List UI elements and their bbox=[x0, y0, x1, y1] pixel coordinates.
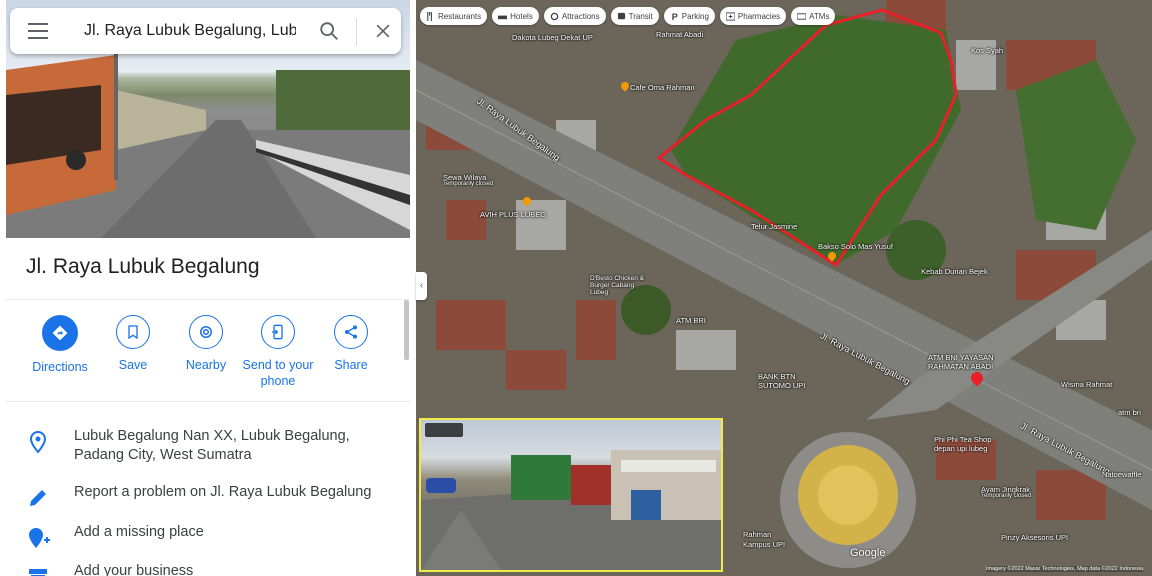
chip-restaurants[interactable]: Restaurants bbox=[420, 7, 488, 25]
chip-restaurants-label: Restaurants bbox=[438, 11, 482, 21]
poi-cafe[interactable]: Cafe Oma Rahman bbox=[630, 83, 695, 92]
poi-avih[interactable]: AVIH PLUS LUBEG bbox=[480, 210, 546, 219]
send-to-phone-label: Send to your phone bbox=[242, 358, 314, 388]
store-icon bbox=[29, 569, 47, 576]
poi-kebab[interactable]: Kebab Durian Bejek bbox=[921, 267, 988, 276]
camera-icon bbox=[550, 12, 559, 20]
search-input[interactable]: Jl. Raya Lubuk Begalung, Lubuk bbox=[84, 22, 296, 40]
street-view-scene bbox=[421, 450, 721, 570]
send-to-phone-button[interactable]: Send to your phone bbox=[241, 315, 315, 389]
poi-natoe[interactable]: Natoewaffle bbox=[1102, 470, 1141, 479]
add-business-text: Add your business bbox=[74, 563, 194, 576]
street-view-info-card[interactable] bbox=[425, 423, 463, 437]
chip-transit-label: Transit bbox=[628, 11, 653, 21]
bookmark-icon bbox=[128, 325, 138, 340]
menu-icon[interactable] bbox=[28, 23, 48, 39]
scrollbar[interactable] bbox=[404, 300, 409, 360]
atm-icon bbox=[797, 12, 807, 20]
poi-atm-bri[interactable]: ATM BRI bbox=[676, 316, 706, 325]
poi-phi[interactable]: Phi Phi Tea Shop depan upi lubeg bbox=[934, 435, 994, 453]
directions-button[interactable]: Directions bbox=[23, 315, 97, 375]
send-to-phone-icon bbox=[272, 324, 283, 340]
close-icon[interactable] bbox=[373, 21, 393, 41]
chip-attractions-label: Attractions bbox=[561, 11, 600, 21]
search-divider bbox=[356, 18, 357, 46]
chip-transit[interactable]: Transit bbox=[610, 7, 659, 25]
map-attribution: Imagery ©2022 Maxar Technologies, Map da… bbox=[986, 566, 1144, 572]
chip-hotels-label: Hotels bbox=[510, 11, 533, 21]
fork-knife-icon bbox=[427, 11, 432, 21]
parking-icon: P bbox=[672, 12, 678, 21]
place-panel: Jl. Raya Lubuk Begalung, Lubuk Jl. Raya … bbox=[0, 0, 410, 576]
poi-telur[interactable]: Telur Jasmine bbox=[751, 222, 797, 231]
pencil-icon bbox=[30, 490, 46, 506]
chip-parking-label: Parking bbox=[681, 11, 709, 21]
chip-atms[interactable]: ATMs bbox=[791, 7, 836, 25]
poi-sewa-status: Temporarily closed bbox=[443, 181, 494, 187]
bus-icon bbox=[617, 12, 625, 19]
street-view-inset[interactable] bbox=[419, 418, 723, 572]
poi-rahmat-abadi[interactable]: Rahmat Abadi bbox=[656, 30, 703, 39]
poi-bakso[interactable]: Bakso Solo Mas Yusuf bbox=[818, 242, 893, 251]
divider bbox=[6, 299, 410, 300]
poi-atm-bri-2[interactable]: atm bri bbox=[1118, 408, 1141, 417]
nearby-button[interactable]: Nearby bbox=[169, 315, 243, 373]
poi-atm-bni[interactable]: ATM BNI YAYASAN RAHMATAN ABADI bbox=[928, 353, 1008, 371]
pharmacy-icon bbox=[725, 11, 735, 21]
chip-parking[interactable]: P Parking bbox=[663, 7, 715, 25]
collapse-panel-button[interactable]: ‹ bbox=[416, 272, 427, 300]
address-text: Lubuk Begalung Nan XX, Lubuk Begalung, P… bbox=[74, 428, 350, 463]
share-label: Share bbox=[334, 358, 368, 372]
poi-dbesto[interactable]: D'Besto Chicken & Burger Cabang Lubeg bbox=[590, 275, 644, 296]
poi-bank-btn[interactable]: BANK BTN SUTOMO UPI bbox=[758, 372, 818, 390]
nearby-label: Nearby bbox=[185, 358, 227, 372]
poi-dakota[interactable]: Dakota Lubeg Dekat UP bbox=[512, 33, 593, 42]
chip-pharmacies-label: Pharmacies bbox=[737, 11, 781, 21]
share-button[interactable]: Share bbox=[314, 315, 388, 373]
directions-label: Directions bbox=[32, 360, 88, 374]
poi-kampus[interactable]: Kampus UPI bbox=[743, 540, 785, 549]
poi-kos[interactable]: Kos Syah bbox=[971, 46, 1003, 55]
poi-ayam-status: Temporarily closed bbox=[981, 493, 1032, 499]
nearby-icon bbox=[200, 326, 212, 338]
add-place-icon bbox=[29, 528, 50, 548]
place-title: Jl. Raya Lubuk Begalung bbox=[26, 255, 260, 278]
poi-rahman[interactable]: Rahman bbox=[743, 530, 771, 539]
add-missing-place-text: Add a missing place bbox=[74, 524, 204, 540]
poi-pinzy[interactable]: Pinzy Aksesoris UPI bbox=[1001, 533, 1068, 542]
save-button[interactable]: Save bbox=[96, 315, 170, 373]
share-icon bbox=[345, 325, 357, 339]
poi-wisma[interactable]: Wisma Rahmat bbox=[1061, 380, 1112, 389]
save-label: Save bbox=[118, 358, 148, 372]
search-box[interactable]: Jl. Raya Lubuk Begalung, Lubuk bbox=[10, 8, 401, 54]
chip-attractions[interactable]: Attractions bbox=[543, 7, 606, 25]
directions-icon bbox=[52, 325, 68, 341]
bed-icon bbox=[498, 15, 508, 19]
divider bbox=[6, 401, 410, 402]
google-logo: Google bbox=[850, 547, 886, 559]
chip-atms-label: ATMs bbox=[809, 11, 830, 21]
svg-text:P: P bbox=[672, 12, 678, 21]
category-chips: Restaurants Hotels Attractions Transit P… bbox=[420, 7, 836, 25]
report-problem-text: Report a problem on Jl. Raya Lubuk Begal… bbox=[74, 484, 372, 500]
chip-hotels[interactable]: Hotels bbox=[492, 7, 539, 25]
search-icon[interactable] bbox=[318, 20, 340, 42]
location-pin-icon bbox=[29, 430, 47, 454]
chip-pharmacies[interactable]: Pharmacies bbox=[719, 7, 787, 25]
